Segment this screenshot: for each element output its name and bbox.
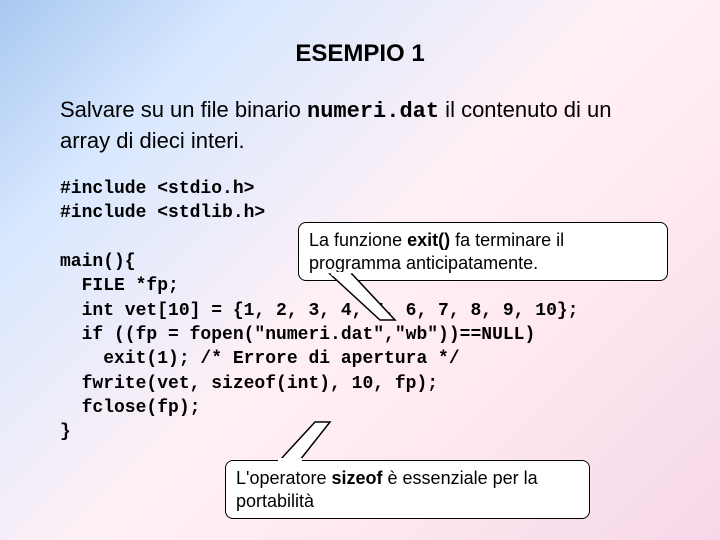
callout-sizeof-tail [275,420,355,465]
callout-exit-tail [310,272,400,322]
callout-sizeof-pre: L'operatore [236,468,332,488]
desc-filename: numeri.dat [307,99,439,124]
callout-exit-bold: exit() [407,230,450,250]
slide-description: Salvare su un file binario numeri.dat il… [60,96,660,155]
callout-sizeof: L'operatore sizeof è essenziale per la p… [225,460,590,519]
slide: ESEMPIO 1 Salvare su un file binario num… [0,0,720,540]
callout-sizeof-bold: sizeof [332,468,383,488]
callout-exit-pre: La funzione [309,230,407,250]
slide-title: ESEMPIO 1 [60,40,660,68]
desc-text-pre: Salvare su un file binario [60,97,307,122]
